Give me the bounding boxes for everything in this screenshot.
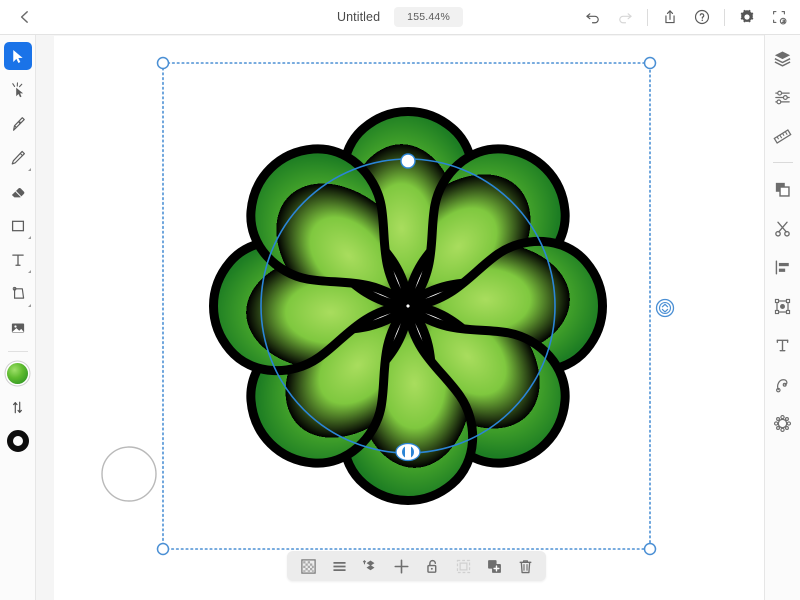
tool-image[interactable] (4, 314, 32, 342)
path-curve-icon (776, 378, 788, 392)
arrange-button[interactable] (356, 553, 384, 579)
eraser-icon (11, 188, 24, 198)
copy-shapes-icon (775, 182, 790, 197)
sliders-icon (775, 90, 790, 104)
cursor-arrow-icon (13, 49, 23, 63)
tool-submenu-indicator (27, 270, 31, 273)
undo-icon (586, 13, 599, 24)
tool-select[interactable] (3, 42, 32, 70)
tool-text[interactable] (4, 246, 32, 274)
rectangle-icon (11, 220, 24, 232)
tool-submenu-indicator (27, 236, 31, 239)
node-edit-icon (11, 82, 23, 98)
stroke-color-chip (6, 430, 29, 452)
group-icon (456, 559, 470, 573)
layers-icon (774, 50, 791, 67)
tool-pencil[interactable] (4, 144, 32, 172)
undo-button[interactable] (578, 2, 608, 32)
toolbar-divider (772, 162, 793, 163)
help-icon (694, 9, 710, 25)
document-title[interactable]: Untitled (337, 10, 380, 24)
right-toolbar (764, 34, 800, 600)
app-root: Untitled 155.44% (0, 0, 800, 600)
swap-colors-button[interactable] (4, 393, 32, 421)
settings-button[interactable] (732, 2, 762, 32)
scissors-icon (775, 221, 790, 237)
back-button[interactable] (8, 0, 42, 34)
ruler-grid-icon (773, 128, 792, 144)
duplicate-button[interactable] (480, 553, 508, 579)
swap-arrows-icon (13, 401, 22, 413)
panel-guides[interactable] (769, 122, 797, 150)
list-button[interactable] (325, 553, 353, 579)
pencil-icon (11, 150, 25, 165)
checkerboard-icon (300, 558, 316, 574)
tool-shape[interactable] (4, 212, 32, 240)
move-cross-icon (393, 558, 409, 574)
transform-box-icon (774, 298, 791, 314)
typography-icon (776, 339, 789, 351)
zoom-level-pill[interactable]: 155.44% (394, 7, 464, 27)
panel-transform[interactable] (769, 292, 797, 320)
move-button[interactable] (387, 553, 415, 579)
toolbar-divider (647, 8, 648, 26)
text-icon (11, 254, 24, 266)
share-button[interactable] (655, 2, 685, 32)
crop-transform-icon (12, 286, 24, 299)
group-button[interactable] (449, 553, 477, 579)
panel-layers[interactable] (769, 44, 797, 72)
panel-typography[interactable] (769, 331, 797, 359)
duplicate-plus-icon (487, 559, 501, 573)
redo-icon (619, 13, 632, 24)
unlock-icon (426, 559, 436, 573)
selection-options-button[interactable] (764, 2, 794, 32)
align-icon (775, 260, 789, 274)
panel-stroke[interactable] (769, 370, 797, 398)
tool-pen[interactable] (4, 110, 32, 138)
top-toolbar: Untitled 155.44% (0, 0, 800, 35)
tool-eraser[interactable] (4, 178, 32, 206)
bottom-toolbar (287, 551, 546, 581)
help-button[interactable] (687, 2, 717, 32)
tool-submenu-indicator (27, 168, 31, 171)
effects-nodes-icon (773, 414, 792, 432)
panel-effects[interactable] (769, 409, 797, 437)
tool-node-edit[interactable] (4, 76, 32, 104)
stroke-color-swatch[interactable] (4, 427, 32, 455)
image-icon (11, 323, 24, 333)
fill-color-chip (7, 362, 28, 384)
toolbar-divider (724, 8, 725, 26)
toolbar-divider (7, 351, 28, 352)
opacity-button[interactable] (294, 553, 322, 579)
top-toolbar-actions (578, 0, 794, 34)
panel-align[interactable] (769, 253, 797, 281)
fill-color-swatch[interactable] (4, 359, 32, 387)
arrange-icon (362, 559, 374, 570)
canvas-surface[interactable] (54, 36, 764, 600)
gear-icon (740, 9, 754, 23)
tool-submenu-indicator (27, 304, 31, 307)
pen-icon (12, 117, 25, 131)
left-toolbar (0, 34, 36, 600)
share-icon (665, 10, 675, 24)
chevron-left-icon (20, 11, 28, 23)
redo-button[interactable] (610, 2, 640, 32)
delete-button[interactable] (511, 553, 539, 579)
lock-button[interactable] (418, 553, 446, 579)
tool-transform[interactable] (4, 280, 32, 308)
panel-adjustments[interactable] (769, 83, 797, 111)
selection-settings-icon (773, 11, 787, 25)
panel-duplicate[interactable] (769, 175, 797, 203)
trash-icon (519, 559, 531, 573)
list-lines-icon (332, 561, 346, 571)
panel-cut-path[interactable] (769, 214, 797, 242)
